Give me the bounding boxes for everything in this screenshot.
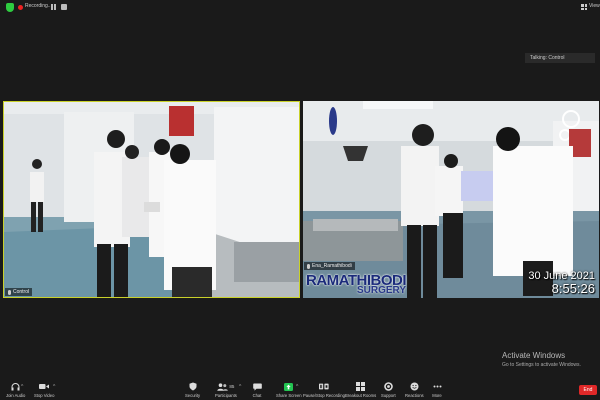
participants-button[interactable]: 85 Participants <box>215 382 237 398</box>
view-grid-icon[interactable] <box>581 4 587 10</box>
more-button[interactable]: More <box>432 382 442 398</box>
video-time: 8:55:26 <box>551 280 595 296</box>
participants-caret-icon[interactable]: ^ <box>239 384 241 390</box>
participant-name-tag: Ena_Ramathibodi <box>304 262 355 270</box>
video-tile-ena-ramathibodi[interactable]: RAMATHIBODI SURGERY 30 June 2021 8:55:26… <box>303 101 599 298</box>
pause-recording-icon[interactable] <box>51 4 57 10</box>
stop-video-button[interactable]: Stop Video <box>34 382 54 398</box>
video-options-caret-icon[interactable]: ^ <box>53 384 55 390</box>
participants-count: 85 <box>229 384 235 389</box>
chat-button[interactable]: Chat <box>252 382 262 398</box>
microphone-icon <box>307 263 310 269</box>
video-timestamp: 30 June 2021 8:55:26 <box>528 270 595 296</box>
view-button[interactable]: View <box>589 3 600 9</box>
activate-title: Activate Windows <box>502 351 566 360</box>
participant-name: Control <box>13 289 30 295</box>
more-label: More <box>432 393 442 398</box>
smiley-icon <box>409 382 419 391</box>
security-label: Security <box>185 393 201 398</box>
reactions-label: Reactions <box>405 393 424 398</box>
video-frame-left <box>4 102 299 297</box>
video-tile-control[interactable]: Control <box>3 101 300 298</box>
participants-icon: 85 <box>216 382 236 391</box>
recording-label: Recording... <box>25 3 52 9</box>
stop-recording-icon[interactable] <box>61 4 67 10</box>
talking-indicator: Talking: Control <box>525 53 595 63</box>
support-icon <box>383 382 393 391</box>
shield-icon <box>188 382 198 391</box>
breakout-rooms-icon <box>356 382 366 391</box>
audio-options-caret-icon[interactable]: ^ <box>21 384 23 390</box>
meeting-toolbar: Join Audio ^ Stop Video ^ Security 85 Pa… <box>0 380 600 400</box>
more-dots-icon <box>432 382 442 391</box>
support-label: Support <box>381 393 396 398</box>
video-date: 30 June 2021 <box>528 269 595 282</box>
video-camera-icon <box>39 382 50 391</box>
pause-stop-recording-button[interactable]: Pause/Stop Recording <box>303 382 345 398</box>
breakout-rooms-label: Breakout Rooms <box>345 393 377 398</box>
share-screen-icon <box>284 382 294 391</box>
pause-stop-recording-label: Pause/Stop Recording <box>303 393 345 398</box>
chat-label: Chat <box>252 393 262 398</box>
join-audio-label: Join Audio <box>6 393 26 398</box>
end-meeting-button[interactable]: End <box>579 385 597 395</box>
reactions-button[interactable]: Reactions <box>405 382 424 398</box>
stop-video-label: Stop Video <box>34 393 55 398</box>
ramathibodi-surgery-logo: RAMATHIBODI SURGERY <box>306 273 407 296</box>
activate-subtitle: Go to Settings to activate Windows. <box>502 362 581 368</box>
headphones-icon <box>11 382 21 391</box>
support-button[interactable]: Support <box>381 382 396 398</box>
breakout-rooms-button[interactable]: Breakout Rooms <box>345 382 376 398</box>
participant-name-tag: Control <box>5 288 33 296</box>
meeting-topbar: Recording... View <box>0 0 600 14</box>
share-options-caret-icon[interactable]: ^ <box>296 384 298 390</box>
shield-icon[interactable] <box>6 3 14 12</box>
participant-name: Ena_Ramathibodi <box>312 263 352 269</box>
recording-icon <box>18 5 23 10</box>
chat-bubble-icon <box>252 382 262 391</box>
microphone-icon <box>8 289 11 295</box>
security-button[interactable]: Security <box>185 382 200 398</box>
activate-windows-watermark: Activate Windows Go to Settings to activ… <box>502 351 581 368</box>
participants-label: Participants <box>215 393 237 398</box>
pause-stop-icon <box>318 382 329 391</box>
share-screen-label: Share Screen <box>276 393 302 398</box>
